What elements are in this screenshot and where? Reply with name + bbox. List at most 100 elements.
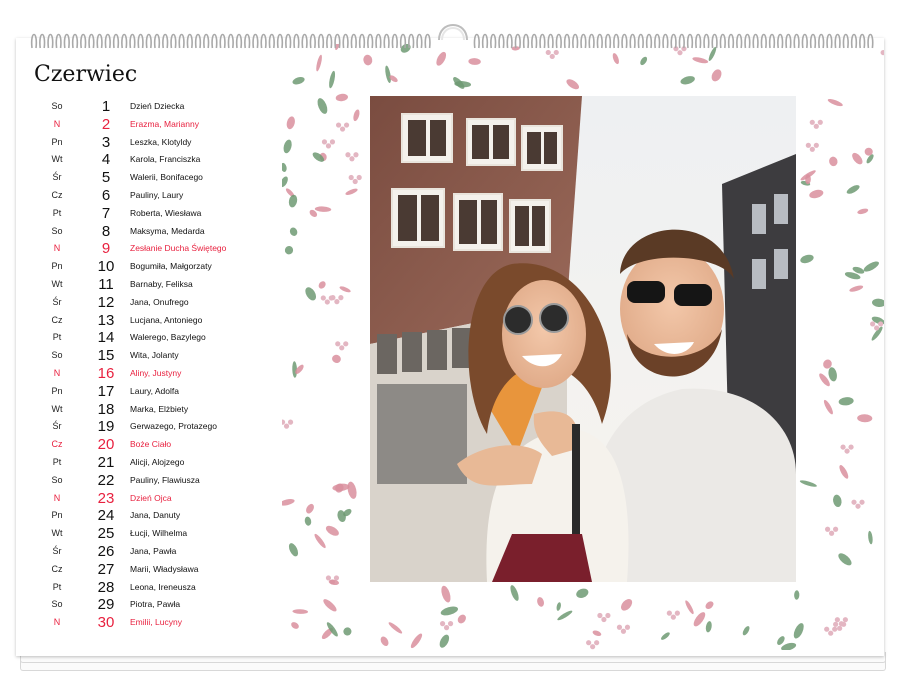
leaf bbox=[345, 188, 358, 196]
name-day: Karola, Franciszka bbox=[130, 154, 201, 165]
day-row: Śr 5 Walerii, Bonifacego bbox=[16, 169, 276, 187]
spiral-ring bbox=[613, 33, 620, 49]
leaf bbox=[304, 516, 312, 526]
leaf bbox=[306, 503, 314, 514]
berry-cluster bbox=[439, 620, 454, 631]
day-row: Wt 11 Barnaby, Feliksa bbox=[16, 276, 276, 294]
leaf bbox=[692, 57, 709, 64]
spiral-ring bbox=[391, 33, 398, 49]
spiral-ring bbox=[219, 33, 226, 49]
leaf bbox=[742, 626, 750, 636]
leaf bbox=[385, 65, 391, 84]
leaf bbox=[857, 414, 873, 423]
leaf bbox=[288, 194, 298, 208]
leaf bbox=[823, 399, 833, 415]
spiral-ring bbox=[695, 33, 702, 49]
spiral-ring bbox=[801, 33, 808, 49]
spiral-ring bbox=[317, 33, 325, 49]
spiral-ring bbox=[416, 33, 423, 49]
day-number: 7 bbox=[101, 204, 111, 222]
spiral-ring bbox=[88, 33, 95, 49]
name-day: Lucjana, Antoniego bbox=[130, 314, 203, 325]
leaf bbox=[711, 69, 722, 82]
berry-cluster bbox=[335, 341, 349, 351]
day-row: Pt 21 Alicji, Alojzego bbox=[16, 454, 276, 472]
spiral-ring bbox=[686, 33, 694, 49]
leaf bbox=[857, 208, 869, 215]
spiral-ring bbox=[47, 33, 54, 49]
day-row: Pn 24 Jana, Danuty bbox=[16, 507, 276, 525]
spiral-ring bbox=[162, 33, 169, 49]
spiral-ring bbox=[506, 33, 513, 49]
spiral-ring bbox=[55, 33, 62, 49]
spiral-ring bbox=[580, 33, 587, 49]
weekday-label: So bbox=[51, 474, 63, 485]
berry-cluster bbox=[851, 499, 865, 509]
leaf bbox=[335, 93, 348, 102]
weekday-label: So bbox=[51, 350, 63, 361]
berry-cluster bbox=[345, 152, 359, 162]
day-number: 22 bbox=[97, 471, 115, 489]
leaf bbox=[286, 116, 295, 130]
spiral-ring bbox=[71, 33, 79, 49]
leaf bbox=[863, 261, 879, 272]
leaf bbox=[838, 553, 852, 566]
leaf bbox=[839, 465, 849, 479]
leaf bbox=[332, 354, 341, 363]
day-row: Wt 18 Marka, Elżbiety bbox=[16, 401, 276, 419]
spiral-ring bbox=[645, 33, 653, 49]
spiral-ring bbox=[522, 33, 530, 49]
spiral-ring bbox=[367, 33, 374, 49]
day-number: 16 bbox=[97, 364, 115, 382]
spiral-ring bbox=[276, 33, 284, 49]
name-day: Roberta, Wiesława bbox=[130, 207, 202, 218]
name-day: Dzień Dziecka bbox=[130, 101, 185, 111]
name-day: Zesłanie Ducha Świętego bbox=[130, 243, 227, 254]
day-number: 23 bbox=[97, 489, 115, 507]
name-day: Jana, Pawła bbox=[130, 545, 177, 556]
spiral-ring bbox=[104, 33, 111, 49]
spiral-ring bbox=[244, 33, 251, 49]
spiral-ring bbox=[211, 33, 218, 49]
spiral-ring bbox=[424, 33, 431, 49]
leaf bbox=[705, 621, 712, 633]
day-row: Cz 13 Lucjana, Antoniego bbox=[16, 312, 276, 330]
spiral-ring bbox=[760, 33, 767, 49]
weekday-label: Cz bbox=[51, 439, 63, 450]
spiral-ring bbox=[30, 33, 38, 49]
day-number: 26 bbox=[97, 542, 115, 560]
leaf bbox=[440, 606, 459, 616]
name-day: Boże Ciało bbox=[130, 439, 172, 450]
day-number: 1 bbox=[101, 98, 111, 115]
berry-cluster bbox=[321, 139, 336, 149]
leaf bbox=[576, 588, 589, 598]
day-row: N 30 Emilii, Lucyny bbox=[16, 614, 276, 632]
day-number: 21 bbox=[97, 453, 115, 471]
leaf bbox=[323, 599, 337, 612]
leaf bbox=[343, 627, 352, 636]
leaf bbox=[283, 139, 292, 154]
leaf bbox=[325, 525, 339, 536]
spiral-ring bbox=[719, 33, 726, 49]
leaf bbox=[317, 98, 328, 114]
spiral-ring bbox=[736, 33, 743, 49]
name-day: Pauliny, Laury bbox=[130, 189, 184, 200]
spiral-ring bbox=[203, 33, 210, 49]
day-row: Cz 6 Pauliny, Laury bbox=[16, 187, 276, 205]
spiral-ring bbox=[850, 33, 858, 49]
leaf bbox=[693, 612, 706, 627]
leaf bbox=[388, 622, 403, 634]
day-row: Śr 12 Jana, Onufrego bbox=[16, 294, 276, 312]
weekday-label: So bbox=[51, 599, 63, 610]
spiral-ring bbox=[637, 33, 644, 49]
spiral-ring bbox=[785, 33, 792, 49]
day-number: 14 bbox=[97, 329, 115, 347]
name-day: Maksyma, Medarda bbox=[130, 225, 205, 236]
leaf bbox=[685, 600, 694, 615]
leaf bbox=[282, 162, 287, 172]
spiral-ring bbox=[252, 33, 259, 49]
spiral-ring bbox=[326, 33, 333, 49]
leaf bbox=[827, 98, 843, 107]
spiral-ring bbox=[39, 33, 46, 49]
day-number: 10 bbox=[97, 258, 115, 276]
